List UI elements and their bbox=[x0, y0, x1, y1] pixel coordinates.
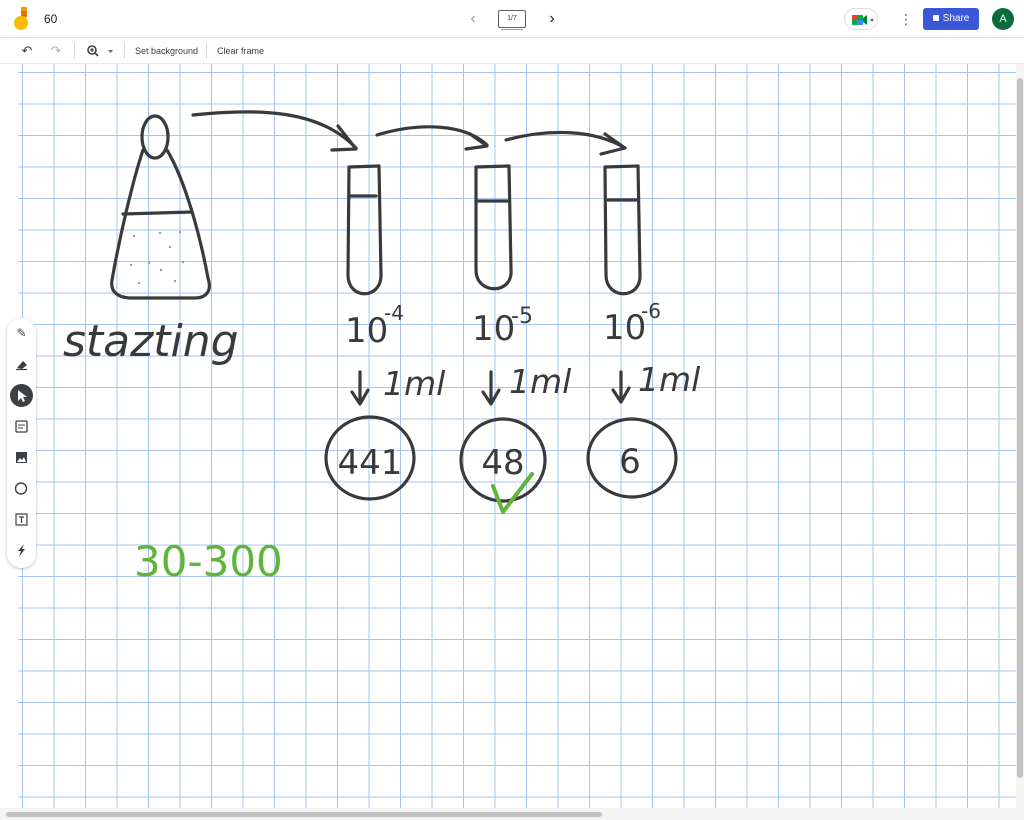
set-background-button[interactable]: Set background bbox=[135, 42, 198, 60]
horizontal-scrollbar[interactable] bbox=[0, 808, 1024, 820]
more-options-button[interactable]: ⋮ bbox=[898, 8, 914, 30]
pen-tool[interactable]: ✎ bbox=[10, 322, 33, 345]
zoom-icon bbox=[87, 45, 113, 57]
eraser-tool[interactable] bbox=[10, 353, 33, 376]
circle-icon bbox=[14, 482, 28, 495]
share-label: Share bbox=[942, 13, 970, 24]
sticky-note-tool[interactable] bbox=[10, 415, 33, 438]
lock-icon bbox=[932, 15, 939, 21]
shape-tool[interactable] bbox=[10, 477, 33, 500]
laser-icon bbox=[18, 544, 25, 557]
frame-stack-line bbox=[501, 28, 523, 30]
eraser-icon bbox=[16, 361, 27, 371]
frame-indicator[interactable]: 1/7 bbox=[498, 10, 526, 28]
laser-tool[interactable] bbox=[10, 539, 33, 562]
toolbar-divider bbox=[124, 43, 125, 59]
chevron-left-icon: ‹ bbox=[470, 10, 476, 27]
share-button[interactable]: Share bbox=[923, 8, 979, 30]
vertical-scrollbar[interactable] bbox=[1016, 64, 1024, 808]
account-avatar[interactable]: A bbox=[992, 8, 1014, 30]
redo-button[interactable]: ↷ bbox=[47, 42, 65, 60]
horizontal-scroll-thumb[interactable] bbox=[6, 812, 602, 817]
sticky-note-icon bbox=[15, 420, 28, 433]
previous-frame-button[interactable]: ‹ bbox=[464, 9, 482, 29]
undo-button[interactable]: ↶ bbox=[18, 42, 36, 60]
pen-icon: ✎ bbox=[16, 326, 27, 340]
toolbar-divider bbox=[206, 43, 207, 59]
document-title[interactable]: 60 bbox=[44, 12, 57, 26]
text-box-icon bbox=[15, 513, 28, 526]
undo-icon: ↶ bbox=[21, 43, 33, 58]
select-tool[interactable] bbox=[10, 384, 33, 407]
jamboard-logo bbox=[12, 7, 34, 31]
redo-icon: ↷ bbox=[50, 43, 62, 58]
vertical-scroll-thumb[interactable] bbox=[1017, 78, 1023, 778]
clear-frame-button[interactable]: Clear frame bbox=[217, 42, 264, 60]
cursor-icon bbox=[18, 390, 27, 402]
next-frame-button[interactable]: › bbox=[543, 9, 561, 29]
toolbar-divider bbox=[74, 43, 75, 59]
frame-toolbar: ↶ ↷ Set background Clear frame bbox=[0, 38, 1024, 64]
whiteboard-canvas[interactable] bbox=[18, 64, 1016, 808]
text-box-tool[interactable] bbox=[10, 508, 33, 531]
app-bar: 60 ‹ 1/7 › ⋮ Share A bbox=[0, 0, 1024, 38]
tool-rail: ✎ bbox=[7, 318, 36, 568]
zoom-button[interactable] bbox=[84, 42, 118, 60]
chevron-right-icon: › bbox=[549, 10, 555, 27]
image-tool[interactable] bbox=[10, 446, 33, 469]
more-vert-icon: ⋮ bbox=[899, 11, 913, 27]
image-icon bbox=[16, 452, 27, 463]
meet-icon bbox=[852, 15, 874, 25]
meet-button[interactable] bbox=[844, 8, 878, 30]
